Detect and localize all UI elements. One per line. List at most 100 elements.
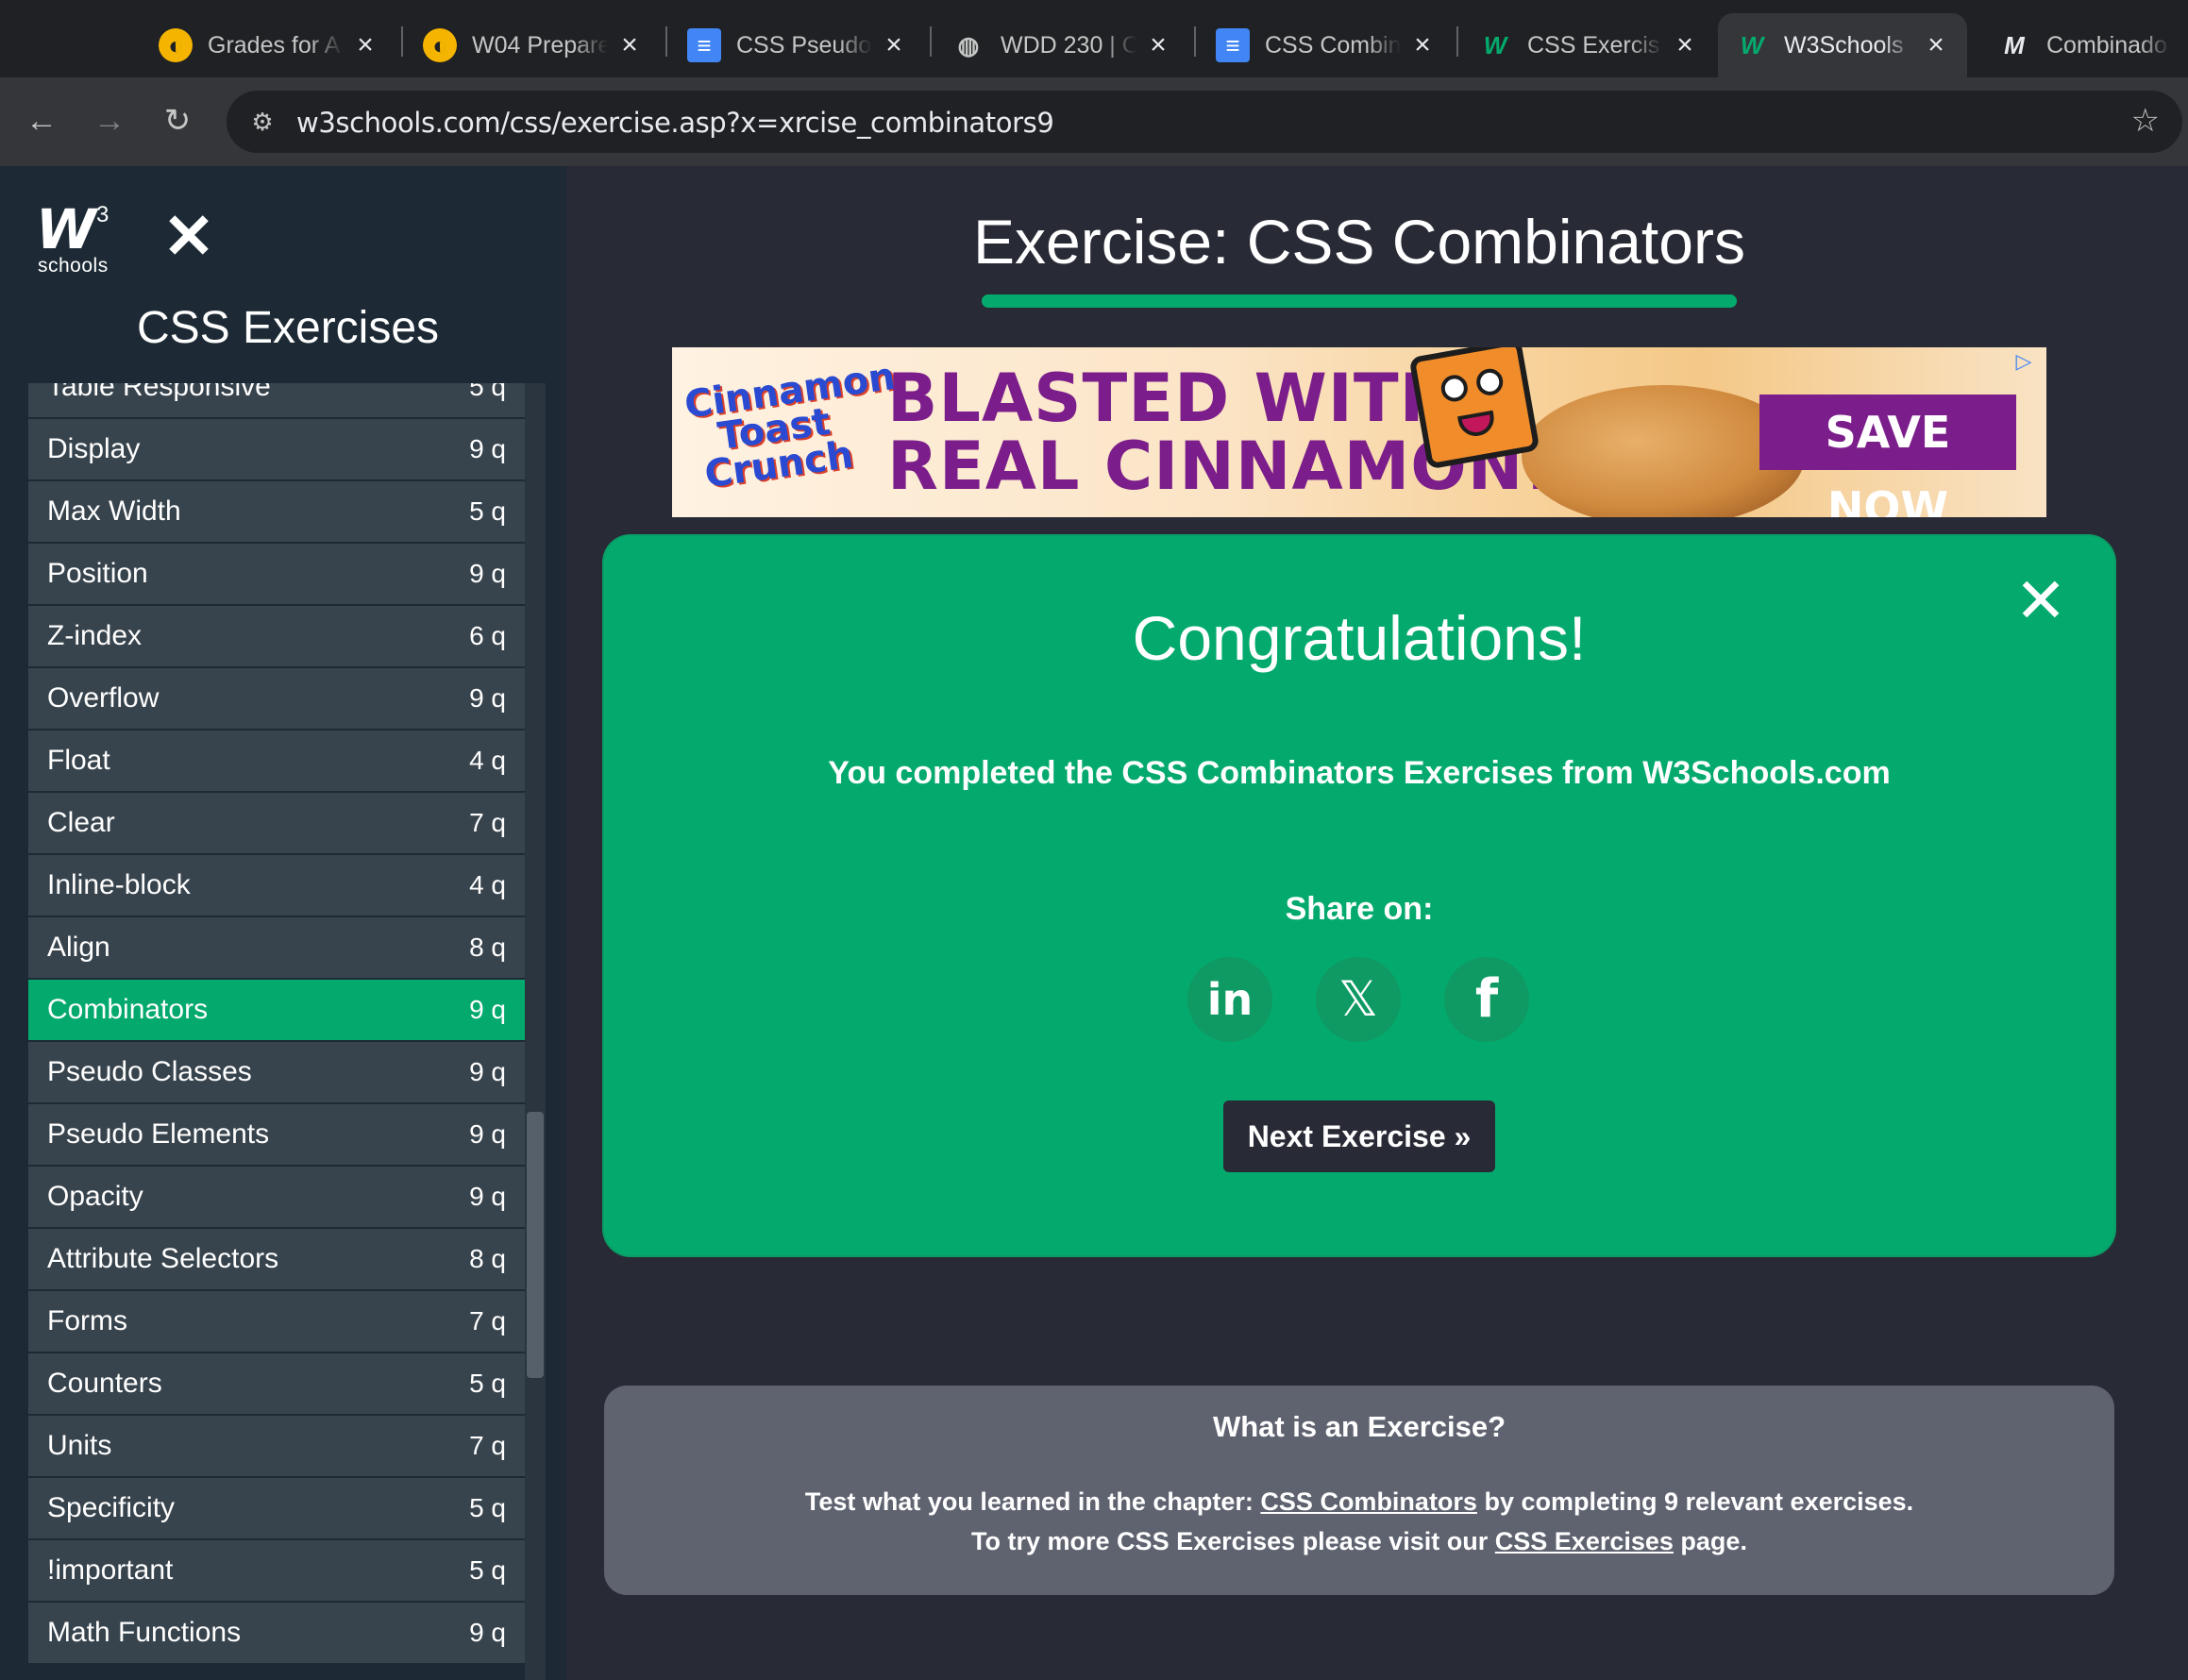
- question-count: 9 q: [469, 1618, 506, 1647]
- sidebar-item-label: Forms: [47, 1305, 127, 1336]
- browser-toolbar: ← → ↻ ⚙ w3schools.com/css/exercise.asp?x…: [0, 77, 2188, 166]
- sidebar-item-units[interactable]: Units 7 q: [28, 1416, 525, 1476]
- sidebar-item-inline-block[interactable]: Inline-block 4 q: [28, 855, 525, 916]
- sidebar-item-label: Position: [47, 558, 148, 589]
- globe-icon: ◍: [957, 30, 980, 59]
- tab-close-icon[interactable]: ×: [880, 31, 908, 59]
- tab-separator: [930, 26, 932, 57]
- sidebar-item-overflow[interactable]: Overflow 9 q: [28, 668, 525, 729]
- w3schools-icon: W: [1483, 30, 1507, 59]
- tab-w3schools-active[interactable]: W W3Schools ×: [1718, 13, 1967, 77]
- chapter-link[interactable]: CSS Combinators: [1260, 1487, 1477, 1516]
- info-line-1: Test what you learned in the chapter: CS…: [604, 1487, 2114, 1517]
- question-count: 9 q: [469, 995, 506, 1024]
- sidebar-item-label: Inline-block: [47, 869, 191, 900]
- sidebar-item-label: Max Width: [47, 496, 181, 527]
- sidebar-item-label: Float: [47, 745, 110, 776]
- ad-choices-icon[interactable]: ▷: [2007, 349, 2041, 378]
- tab-close-icon[interactable]: ×: [1144, 31, 1172, 59]
- sidebar-item-combinators[interactable]: Combinators 9 q: [28, 980, 525, 1040]
- info-text: by completing 9 relevant exercises.: [1476, 1487, 1914, 1516]
- sidebar-item-align[interactable]: Align 8 q: [28, 917, 525, 978]
- sidebar-item-math-functions[interactable]: Math Functions 9 q: [28, 1603, 525, 1663]
- sidebar-item-clear[interactable]: Clear 7 q: [28, 793, 525, 853]
- advertisement-banner[interactable]: Cinnamon Toast Crunch BLASTED WITH REAL …: [672, 347, 2046, 517]
- question-count: 8 q: [469, 1244, 506, 1273]
- tab-w04[interactable]: ◐ W04 Prepare ×: [406, 13, 661, 77]
- sidebar-item-float[interactable]: Float 4 q: [28, 731, 525, 791]
- sidebar-item-table-responsive[interactable]: Table Responsive 5 q: [28, 383, 525, 417]
- tab-css-exercis[interactable]: W CSS Exercis ×: [1461, 13, 1716, 77]
- sidebar-item-label: Pseudo Classes: [47, 1056, 252, 1087]
- page-title: Exercise: CSS Combinators: [973, 207, 1745, 277]
- sidebar-item-z-index[interactable]: Z-index 6 q: [28, 606, 525, 666]
- question-count: 5 q: [469, 1369, 506, 1398]
- ad-headline: BLASTED WITH REAL CINNAMON!: [887, 364, 1554, 500]
- forward-arrow-icon[interactable]: →: [85, 96, 134, 145]
- sidebar-item-specificity[interactable]: Specificity 5 q: [28, 1478, 525, 1538]
- x-share-icon[interactable]: 𝕏: [1316, 957, 1401, 1042]
- question-count: 7 q: [469, 1306, 506, 1336]
- sidebar-item-display[interactable]: Display 9 q: [28, 419, 525, 479]
- tab-close-icon[interactable]: ×: [615, 31, 644, 59]
- scrollbar-thumb[interactable]: [527, 1112, 544, 1378]
- sidebar-item-label: Table Responsive: [47, 383, 271, 402]
- tab-css-pseudo[interactable]: ≡ CSS Pseudo ×: [670, 13, 925, 77]
- modal-title: Congratulations!: [1132, 603, 1587, 673]
- question-count: 9 q: [469, 1182, 506, 1211]
- sidebar-item-label: !important: [47, 1554, 174, 1586]
- tab-close-icon[interactable]: ×: [1922, 31, 1950, 59]
- question-count: 9 q: [469, 1057, 506, 1086]
- browser-tab-strip: ◐ Grades for A × ◐ W04 Prepare × ≡ CSS P…: [0, 0, 2188, 77]
- question-count: 8 q: [469, 932, 506, 962]
- tab-separator: [1194, 26, 1196, 57]
- css-exercises-link[interactable]: CSS Exercises: [1495, 1527, 1674, 1555]
- question-count: 5 q: [469, 383, 506, 401]
- sidebar-item-counters[interactable]: Counters 5 q: [28, 1353, 525, 1414]
- ad-cta-button[interactable]: SAVE NOW: [1759, 395, 2016, 517]
- linkedin-share-icon[interactable]: in: [1187, 957, 1272, 1042]
- tab-wdd230[interactable]: ◍ WDD 230 | C ×: [934, 13, 1189, 77]
- sidebar-item-position[interactable]: Position 9 q: [28, 544, 525, 604]
- sidebar-item-pseudo-classes[interactable]: Pseudo Classes 9 q: [28, 1042, 525, 1102]
- tab-grades[interactable]: ◐ Grades for A ×: [142, 13, 396, 77]
- question-count: 9 q: [469, 683, 506, 713]
- sidebar-item-important[interactable]: !important 5 q: [28, 1540, 525, 1601]
- tab-separator: [401, 26, 403, 57]
- info-text: page.: [1673, 1527, 1747, 1555]
- site-info-icon[interactable]: ⚙: [244, 103, 281, 141]
- w3schools-logo[interactable]: W 3 schools: [36, 202, 121, 279]
- question-count: 9 q: [469, 1119, 506, 1149]
- sidebar-item-label: Math Functions: [47, 1617, 242, 1648]
- sidebar-item-forms[interactable]: Forms 7 q: [28, 1291, 525, 1352]
- tab-css-combin[interactable]: ≡ CSS Combin ×: [1199, 13, 1454, 77]
- next-exercise-button[interactable]: Next Exercise »: [1223, 1100, 1495, 1172]
- reload-icon[interactable]: ↻: [153, 96, 202, 145]
- grades-icon: ◐: [423, 28, 457, 62]
- tab-close-icon[interactable]: ×: [1671, 31, 1699, 59]
- tab-label: CSS Pseudo: [736, 31, 872, 59]
- sidebar-title: CSS Exercises: [136, 303, 440, 353]
- page-content: W 3 schools ✕ CSS Exercises Table Respon…: [0, 166, 2188, 1680]
- w3schools-icon: W: [1740, 30, 1764, 59]
- sidebar-item-max-width[interactable]: Max Width 5 q: [28, 481, 525, 542]
- tab-combinado[interactable]: M Combinado: [1980, 13, 2188, 77]
- tab-close-icon[interactable]: ×: [351, 31, 379, 59]
- sidebar-item-opacity[interactable]: Opacity 9 q: [28, 1167, 525, 1227]
- facebook-share-icon[interactable]: f: [1444, 957, 1529, 1042]
- sidebar-close-icon[interactable]: ✕: [160, 205, 217, 267]
- docs-icon: ≡: [687, 28, 721, 62]
- tab-label: W04 Prepare: [472, 31, 608, 59]
- question-count: 9 q: [469, 434, 506, 463]
- tab-close-icon[interactable]: ×: [1408, 31, 1437, 59]
- question-count: 7 q: [469, 808, 506, 837]
- back-arrow-icon[interactable]: ←: [17, 96, 66, 145]
- sidebar-item-pseudo-elements[interactable]: Pseudo Elements 9 q: [28, 1104, 525, 1165]
- sidebar-item-label: Units: [47, 1430, 112, 1461]
- sidebar-item-attribute-selectors[interactable]: Attribute Selectors 8 q: [28, 1229, 525, 1289]
- question-count: 5 q: [469, 496, 506, 526]
- address-bar[interactable]: ⚙ w3schools.com/css/exercise.asp?x=xrcis…: [227, 91, 2182, 153]
- bookmark-star-icon[interactable]: ☆: [2131, 102, 2160, 140]
- url-text[interactable]: w3schools.com/css/exercise.asp?x=xrcise_…: [296, 107, 1054, 139]
- sidebar-scrollbar[interactable]: [525, 383, 546, 1680]
